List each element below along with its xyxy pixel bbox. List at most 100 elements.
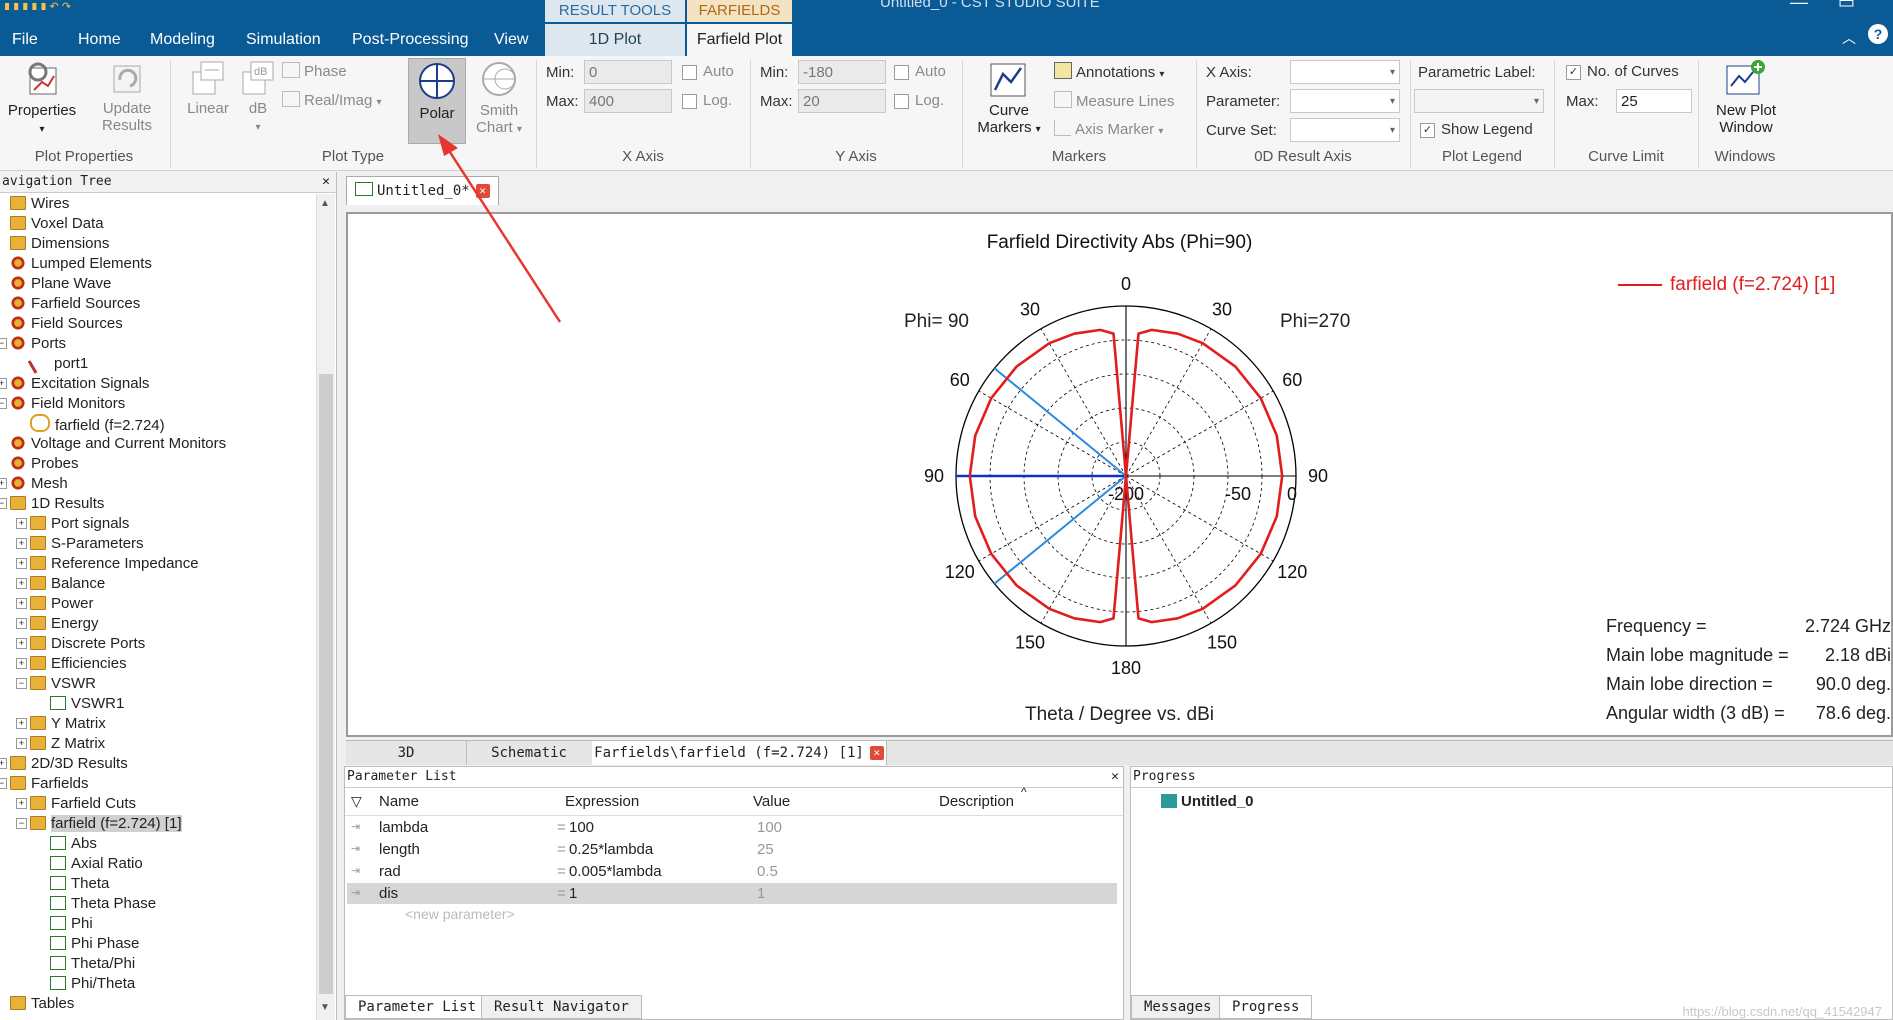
tab-farfields-plot[interactable]: Farfields\farfield (f=2.724) [1] ✕ (592, 741, 887, 765)
close-icon[interactable]: ✕ (869, 746, 884, 760)
tree-item[interactable]: − Farfields (0, 774, 89, 794)
tree-item[interactable]: Theta/Phi (50, 954, 135, 974)
tree-item[interactable]: − 1D Results (0, 494, 104, 514)
tab-modeling[interactable]: Modeling (138, 24, 227, 56)
no-of-curves-checkbox[interactable]: ✓ No. of Curves (1566, 63, 1679, 80)
tab-home[interactable]: Home (66, 24, 133, 56)
y-auto-checkbox[interactable]: Auto (894, 63, 946, 80)
tree-item[interactable]: + Balance (16, 574, 105, 594)
tab-progress[interactable]: Progress (1219, 995, 1313, 1019)
tree-item[interactable]: Plane Wave (10, 274, 111, 294)
update-results-button[interactable]: Update Results (92, 60, 162, 134)
tree-item[interactable]: + Excitation Signals (0, 374, 149, 394)
curve-markers-button[interactable]: Curve Markers ▾ (970, 60, 1048, 136)
tree-item[interactable]: Axial Ratio (50, 854, 143, 874)
scroll-up-icon[interactable]: ▲ (320, 198, 330, 209)
tree-item[interactable]: + Reference Impedance (16, 554, 199, 574)
show-legend-box[interactable]: ✓ (1420, 122, 1435, 138)
parametric-label-dropdown[interactable]: ▾ (1414, 89, 1544, 113)
curve-set-dropdown[interactable]: ▾ (1290, 118, 1400, 142)
tab-schematic[interactable]: Schematic (466, 741, 593, 765)
new-parameter-row[interactable]: <new parameter> (405, 906, 515, 922)
tab-3d[interactable]: 3D (346, 741, 467, 765)
collapse-icon[interactable]: − (0, 398, 7, 409)
tab-1d-plot[interactable]: 1D Plot (545, 24, 685, 56)
tree-item[interactable]: Phi Phase (50, 934, 139, 954)
tree-item[interactable]: Theta (50, 874, 109, 894)
y-log-checkbox[interactable]: Log. (894, 92, 944, 109)
scrollbar-thumb[interactable] (319, 374, 333, 994)
x-auto-checkbox[interactable]: Auto (682, 63, 734, 80)
collapse-icon[interactable]: − (0, 498, 7, 509)
tree-item[interactable]: − VSWR (16, 674, 96, 694)
progress-item[interactable]: Untitled_0 (1161, 793, 1254, 810)
tab-farfield-plot[interactable]: Farfield Plot (687, 24, 792, 56)
minimize-icon[interactable]: — (1790, 0, 1808, 13)
tree-item[interactable]: + Farfield Cuts (16, 794, 136, 814)
col-description[interactable]: Description (939, 793, 1014, 810)
tree-item[interactable]: Farfield Sources (10, 294, 140, 314)
x-min-field[interactable]: 0 (584, 60, 672, 84)
expand-icon[interactable]: + (0, 478, 7, 489)
tab-post-processing[interactable]: Post-Processing (340, 24, 481, 56)
smith-chart-button[interactable]: Smith Chart ▾ (472, 60, 526, 136)
scroll-down-icon[interactable]: ▼ (320, 1002, 330, 1013)
tree-item[interactable]: + Port signals (16, 514, 129, 534)
linear-button[interactable]: Linear (180, 60, 236, 117)
axis-marker-option[interactable]: Axis Marker ▾ (1054, 120, 1163, 138)
tree-item[interactable]: Voxel Data (10, 214, 104, 234)
tree-item[interactable]: Voltage and Current Monitors (10, 434, 226, 454)
x-log-checkbox[interactable]: Log. (682, 92, 732, 109)
filter-icon[interactable]: ▽ (351, 793, 362, 810)
col-expression[interactable]: Expression (565, 793, 639, 810)
param-row[interactable]: ⇥ length = 0.25*lambda 25 (347, 839, 1117, 860)
expand-icon[interactable]: + (16, 598, 27, 609)
collapse-icon[interactable]: − (0, 778, 7, 789)
annotations-option[interactable]: Annotations ▾ (1054, 62, 1164, 81)
x-axis-dropdown[interactable]: ▾ (1290, 60, 1400, 84)
expand-icon[interactable]: + (16, 718, 27, 729)
tree-item[interactable]: +2D/3D Results (0, 754, 128, 774)
collapse-icon[interactable]: − (0, 338, 7, 349)
expand-icon[interactable]: + (16, 558, 27, 569)
legend-entry[interactable]: farfield (f=2.724) [1] (1618, 274, 1835, 296)
x-log-box[interactable] (682, 93, 697, 109)
expand-icon[interactable]: + (16, 798, 27, 809)
tree-item[interactable]: Dimensions (10, 234, 109, 254)
plot-area[interactable]: 0 30 60 90 120 150 180 150 120 90 60 30 -200 -50 0 Far… (346, 212, 1893, 737)
tab-file[interactable]: File (0, 24, 50, 56)
tree-item[interactable]: Phi/Theta (50, 974, 135, 994)
expand-icon[interactable]: + (16, 658, 27, 669)
tree-item[interactable]: − Field Monitors (0, 394, 125, 414)
tree-item[interactable]: + Efficiencies (16, 654, 127, 674)
tree-item[interactable]: + Energy (16, 614, 99, 634)
help-icon[interactable]: ? (1868, 24, 1888, 44)
y-auto-box[interactable] (894, 64, 909, 80)
tree-item[interactable]: + S-Parameters (16, 534, 144, 554)
expand-icon[interactable]: + (16, 638, 27, 649)
tree-item[interactable]: VSWR1 (50, 694, 124, 714)
maximize-icon[interactable]: ▭ (1838, 0, 1855, 13)
tab-result-navigator[interactable]: Result Navigator (481, 995, 642, 1019)
y-max-field[interactable]: 20 (798, 89, 886, 113)
tab-messages[interactable]: Messages (1131, 995, 1225, 1019)
tree-item[interactable]: farfield (f=2.724) (30, 414, 165, 434)
phase-option[interactable]: Phase (282, 62, 347, 80)
measure-lines-option[interactable]: Measure Lines (1054, 91, 1174, 110)
tree-item[interactable]: Tables (10, 994, 74, 1014)
tree-item[interactable]: Probes (10, 454, 79, 474)
collapse-icon[interactable]: − (16, 678, 27, 689)
y-min-field[interactable]: -180 (798, 60, 886, 84)
tree-item[interactable]: Wires (10, 194, 69, 214)
quick-access-icons[interactable]: ▮ ▮ ▮ ▮ ▮ ↶ ↷ (4, 0, 174, 10)
close-icon[interactable]: ✕ (1111, 767, 1119, 787)
tree-item[interactable]: + Power (16, 594, 94, 614)
tree-item[interactable]: − farfield (f=2.724) [1] (16, 814, 182, 834)
tree-item[interactable]: − Ports (0, 334, 66, 354)
expand-icon[interactable]: + (16, 738, 27, 749)
tree-item[interactable]: Field Sources (10, 314, 123, 334)
collapse-ribbon-icon[interactable]: ︿ (1842, 28, 1856, 48)
tree-item[interactable]: + Z Matrix (16, 734, 105, 754)
expand-icon[interactable]: + (0, 758, 7, 769)
tab-parameter-list[interactable]: Parameter List (345, 995, 490, 1019)
